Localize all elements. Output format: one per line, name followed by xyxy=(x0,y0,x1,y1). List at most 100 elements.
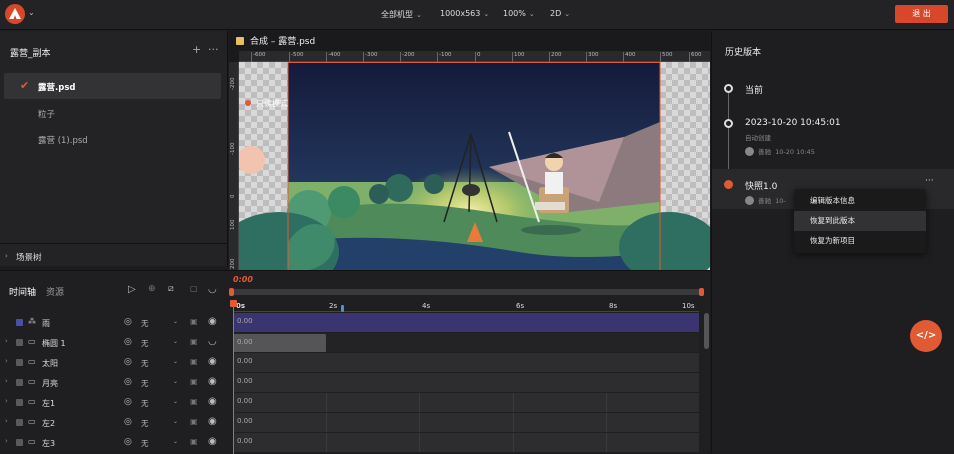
menu-item-restore-version[interactable]: 恢复到此版本 xyxy=(794,211,926,231)
document-tab[interactable]: 合成 – 露营.psd xyxy=(236,34,315,47)
logo-menu-chevron-icon[interactable]: ⌄ xyxy=(28,8,35,17)
timeline-scrollbar[interactable] xyxy=(704,313,709,349)
eye-icon[interactable]: ◉ xyxy=(208,436,217,447)
layer-track[interactable]: 0.00 xyxy=(233,333,699,352)
lock-icon[interactable]: ▣ xyxy=(190,337,198,346)
version-context-menu: 编辑版本信息 恢复到此版本 恢复为新项目 xyxy=(794,189,926,253)
lock-icon[interactable]: ▣ xyxy=(190,377,198,386)
layer-color-chip xyxy=(16,399,23,406)
chevron-right-icon[interactable]: › xyxy=(5,437,8,445)
resolution-select-label: 1000x563 xyxy=(440,9,481,18)
layer-name: 椭圆 1 xyxy=(42,339,66,348)
mode-select[interactable]: 2D ⌄ xyxy=(550,9,570,18)
layer-track[interactable]: 0.00 xyxy=(233,433,699,452)
eye-icon[interactable]: ◉ xyxy=(208,416,217,427)
menu-item-restore-as-new[interactable]: 恢复为新项目 xyxy=(794,231,926,251)
history-item-subtitle: 自动创建 xyxy=(745,134,771,142)
artboard-viewport[interactable]: 只读模式 xyxy=(239,62,710,270)
history-item-autosave[interactable]: 2023-10-20 10:45:01 xyxy=(745,118,841,128)
app-logo-icon[interactable] xyxy=(5,4,25,24)
device-select[interactable]: 全部机型 ⌄ xyxy=(381,9,422,20)
chevron-down-icon[interactable]: ⌄ xyxy=(173,338,178,345)
layer-row[interactable]: › ▭ 左3 ◎ 无 ⌄ ▣ ◉ xyxy=(0,433,233,453)
layer-track[interactable]: 0.00 xyxy=(233,393,699,412)
layer-track[interactable]: 0.00 xyxy=(233,313,699,332)
readonly-indicator: 只读模式 xyxy=(245,98,288,109)
chevron-down-icon[interactable]: ⌄ xyxy=(173,318,178,325)
file-item-copy[interactable]: 露营 (1).psd xyxy=(4,126,221,152)
zoom-select[interactable]: 100% ⌄ xyxy=(503,9,535,18)
blend-mode-label: 无 xyxy=(141,359,149,368)
keyframe-marker[interactable] xyxy=(341,305,344,312)
project-panel: 露营_副本 + ··· ✔ 露营.psd 粒子 露营 (1).psd › 场景树 xyxy=(0,31,228,266)
lock-icon[interactable]: ▣ xyxy=(190,417,198,426)
tab-timeline[interactable]: 时间轴 xyxy=(9,288,36,298)
layer-name: 左2 xyxy=(42,419,56,428)
more-icon[interactable]: ··· xyxy=(208,43,219,56)
scene-tree-toggle[interactable]: › 场景树 xyxy=(0,243,228,266)
history-item-time: 10- xyxy=(775,197,786,205)
layer-row[interactable]: › ▭ 月亮 ◎ 无 ⌄ ▣ ◉ xyxy=(0,373,233,393)
tab-assets[interactable]: 资源 xyxy=(46,288,64,298)
layer-track[interactable]: 0.00 xyxy=(233,353,699,372)
clip-label: 0.00 xyxy=(237,397,253,405)
chevron-right-icon[interactable]: › xyxy=(5,417,8,425)
timeline-panel: 时间轴 资源 ▷ ⊕ ⧄ ▢ ◡ 0:00 0s 2s 4s 6s 8s 10s … xyxy=(0,270,710,454)
eye-icon[interactable]: ◉ xyxy=(208,356,217,367)
lock-icon[interactable]: ▣ xyxy=(190,397,198,406)
work-area-bar[interactable] xyxy=(229,288,704,296)
mask-icon[interactable]: ⧄ xyxy=(168,284,174,294)
file-item-main[interactable]: ✔ 露营.psd xyxy=(4,73,221,99)
layer-track[interactable]: 0.00 xyxy=(233,373,699,392)
chevron-down-icon[interactable]: ⌄ xyxy=(173,358,178,365)
version-node-icon xyxy=(724,180,733,189)
chevron-down-icon[interactable]: ⌄ xyxy=(173,438,178,445)
chevron-right-icon[interactable]: › xyxy=(5,337,8,345)
menu-item-edit-version[interactable]: 编辑版本信息 xyxy=(794,191,926,211)
layer-row[interactable]: › ▭ 椭圆 1 ◎ 无 ⌄ ▣ ◡ xyxy=(0,333,233,353)
clip[interactable]: 0.00 xyxy=(233,334,326,352)
layer-track[interactable]: 0.00 xyxy=(233,413,699,432)
file-item-particles[interactable]: 粒子 xyxy=(4,100,221,126)
chevron-right-icon[interactable]: › xyxy=(5,357,8,365)
add-keyframe-icon[interactable]: ⊕ xyxy=(148,284,156,294)
chevron-down-icon[interactable]: ⌄ xyxy=(173,398,178,405)
lock-icon[interactable]: ▣ xyxy=(190,437,198,446)
lock-all-icon[interactable]: ▢ xyxy=(190,284,198,293)
resolution-select[interactable]: 1000x563 ⌄ xyxy=(440,9,489,18)
eye-icon[interactable]: ◉ xyxy=(208,316,217,327)
play-icon[interactable]: ▷ xyxy=(128,284,136,295)
chevron-right-icon[interactable]: › xyxy=(5,377,8,385)
layer-row[interactable]: › ▭ 左2 ◎ 无 ⌄ ▣ ◉ xyxy=(0,413,233,433)
image-layer-icon: ▭ xyxy=(28,417,36,426)
eye-icon[interactable]: ◉ xyxy=(208,376,217,387)
add-icon[interactable]: + xyxy=(192,43,201,56)
more-icon[interactable]: ··· xyxy=(925,176,934,186)
layer-row[interactable]: › ▭ 太阳 ◎ 无 ⌄ ▣ ◉ xyxy=(0,353,233,373)
chevron-down-icon: ⌄ xyxy=(528,10,535,18)
layer-row[interactable]: › ▭ 左1 ◎ 无 ⌄ ▣ ◉ xyxy=(0,393,233,413)
eye-closed-icon[interactable]: ◡ xyxy=(208,336,217,347)
code-help-button[interactable]: </> xyxy=(910,320,942,352)
history-item-user: 善驰 xyxy=(758,197,771,205)
hide-all-icon[interactable]: ◡ xyxy=(208,284,217,295)
playhead[interactable] xyxy=(230,300,237,454)
lock-icon[interactable]: ▣ xyxy=(190,357,198,366)
layer-row[interactable]: ⁂ 雨 ◎ 无 ⌄ ▣ ◉ xyxy=(0,313,233,333)
ruler-tick: -300 xyxy=(362,52,378,62)
ruler-tick: 400 xyxy=(623,52,636,62)
camping-scene-illustration xyxy=(239,62,710,270)
history-item-time: 10-20 10:45 xyxy=(775,148,815,156)
history-panel: 历史版本 当前 2023-10-20 10:45:01 自动创建 善驰 10-2… xyxy=(711,31,954,453)
blend-mode-icon: ◎ xyxy=(124,357,132,367)
track-gridline xyxy=(326,393,327,412)
chevron-down-icon[interactable]: ⌄ xyxy=(173,378,178,385)
chevron-down-icon[interactable]: ⌄ xyxy=(173,418,178,425)
lock-icon[interactable]: ▣ xyxy=(190,317,198,326)
eye-icon[interactable]: ◉ xyxy=(208,396,217,407)
history-item-current[interactable]: 当前 xyxy=(745,83,763,96)
chevron-right-icon[interactable]: › xyxy=(5,397,8,405)
exit-button[interactable]: 退 出 xyxy=(895,5,948,23)
document-color-swatch xyxy=(236,37,244,45)
time-ruler[interactable]: 0s 2s 4s 6s 8s 10s xyxy=(233,300,699,312)
